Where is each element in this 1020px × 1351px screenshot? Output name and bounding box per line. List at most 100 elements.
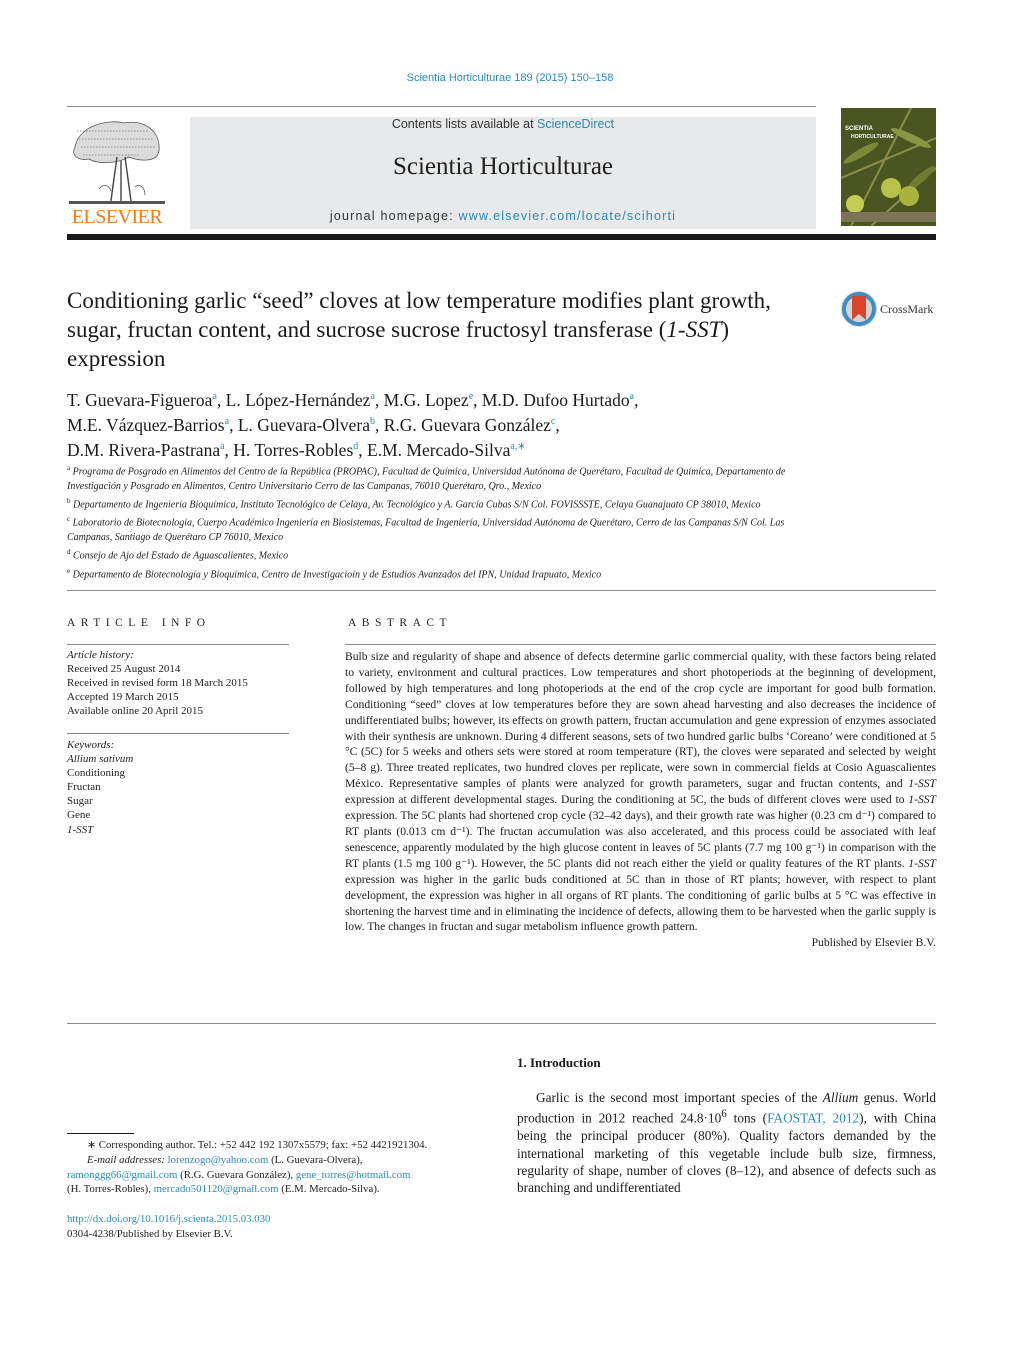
doi-block: http://dx.doi.org/10.1016/j.scienta.2015… [67, 1212, 270, 1242]
olive-branch-icon: SCIENTIA HORTICULTURAE [841, 108, 936, 226]
elsevier-tree-icon [69, 121, 165, 204]
corresponding-author-note: ∗ Corresponding author. Tel.: +52 442 19… [87, 1139, 428, 1151]
author-name[interactable]: M.D. Dufoo Hurtado [482, 390, 630, 410]
affiliation-list: a Programa de Posgrado en Alimentos del … [67, 461, 807, 582]
affiliation-key: c [67, 515, 71, 524]
history-item: Received in revised form 18 March 2015 [67, 677, 248, 690]
affiliation-marker[interactable]: a,∗ [510, 441, 525, 452]
cover-title-line2: HORTICULTURAE [851, 134, 894, 140]
author-name[interactable]: M.G. Lopez [384, 390, 469, 410]
keyword-list: Allium sativum Conditioning Fructan Sugar Ge… [67, 752, 289, 837]
author-name[interactable]: H. Torres-Robles [233, 439, 353, 459]
keywords-divider [67, 733, 289, 734]
affiliation-item: b Departamento de Ingeniería Bioquímica,… [67, 494, 807, 513]
email-owner: (R.G. Guevara González), [177, 1168, 296, 1181]
affiliation-key: b [67, 496, 71, 505]
abstract-text: Bulb size and regularity of shape and ab… [345, 649, 936, 935]
introduction-paragraph: Garlic is the second most important spec… [517, 1089, 936, 1197]
history-item: Accepted 19 March 2015 [67, 691, 179, 704]
author-separator: , [224, 439, 234, 460]
crossmark-button[interactable]: CrossMark [840, 290, 940, 330]
email-owner: (L. Guevara-Olvera), [268, 1153, 363, 1166]
author-name[interactable]: D.M. Rivera-Pastrana [67, 439, 220, 459]
keyword-item: Conditioning [67, 767, 126, 780]
affiliation-item: c Laboratorio de Biotecnología, Cuerpo A… [67, 512, 807, 545]
abstract-text-segment: expression at different developmental st… [345, 793, 909, 807]
journal-cover-image[interactable]: SCIENTIA HORTICULTURAE [841, 108, 936, 226]
author-separator: , [374, 414, 384, 435]
abstract-text-segment: expression was higher in the garlic buds… [345, 872, 936, 934]
faostat-citation-link[interactable]: FAOSTAT, 2012 [767, 1111, 859, 1126]
abstract-divider [345, 644, 936, 645]
journal-homepage-link[interactable]: www.elsevier.com/locate/scihorti [458, 209, 676, 223]
author-separator: , [229, 414, 238, 435]
author-name[interactable]: L. López-Hernández [226, 390, 371, 410]
article-title: Conditioning garlic “seed” cloves at low… [67, 286, 807, 373]
affiliation-text: Departamento de Biotecnología y Bioquími… [72, 568, 602, 580]
crossmark-icon [841, 291, 877, 327]
affiliation-key: e [67, 566, 71, 575]
contents-prefix: Contents lists available at [391, 117, 538, 131]
affiliation-item: d Consejo de Ajo del Estado de Aguascali… [67, 545, 807, 564]
abstract-gene-italic: 1-SST [908, 793, 936, 807]
author-separator: , [473, 389, 482, 410]
keyword-item: 1-SST [67, 823, 94, 836]
author-name[interactable]: L. Guevara-Olvera [238, 415, 370, 435]
keywords: Keywords: Allium sativum Conditioning Fruc… [67, 738, 289, 837]
intro-text-c: tons ( [726, 1110, 768, 1126]
author-separator: , [634, 389, 639, 410]
top-divider [67, 106, 816, 107]
keywords-label: Keywords: [67, 739, 115, 751]
author-separator: , [555, 414, 560, 435]
email-owner: (E.M. Mercado-Silva). [278, 1183, 380, 1196]
abstract-publisher-line: Published by Elsevier B.V. [811, 936, 936, 950]
email-link[interactable]: lorenzogo@yahoo.com [168, 1154, 269, 1166]
affiliation-item: a Programa de Posgrado en Alimentos del … [67, 461, 807, 494]
author-separator: , [216, 389, 226, 410]
author-separator: , [358, 439, 368, 460]
journal-reference-link[interactable]: Scientia Horticulturae 189 (2015) 150–15… [0, 72, 1020, 84]
author-name[interactable]: R.G. Guevara González [384, 415, 551, 435]
footnote-divider [67, 1133, 134, 1134]
affiliation-key: d [67, 548, 71, 556]
introduction-body: Garlic is the second most important spec… [517, 1089, 936, 1197]
affiliation-text: Consejo de Ajo del Estado de Aguascalien… [73, 550, 289, 562]
history-item: Available online 20 April 2015 [67, 705, 204, 718]
article-info-divider [67, 644, 289, 645]
abstract-gene-italic: 1-SST [908, 856, 936, 870]
introduction-heading: 1. Introduction [517, 1055, 601, 1070]
journal-title: Scientia Horticulturae [392, 153, 614, 180]
sciencedirect-link[interactable]: ScienceDirect [537, 117, 614, 131]
author-name[interactable]: T. Guevara-Figueroa [67, 390, 212, 410]
homepage-prefix: journal homepage: [329, 209, 459, 223]
email-owner: (H. Torres-Robles), [67, 1183, 154, 1196]
email-label: E-mail addresses: [87, 1153, 168, 1166]
footnotes: ∗ Corresponding author. Tel.: +52 442 19… [67, 1138, 477, 1197]
elsevier-wordmark: ELSEVIER [71, 206, 163, 228]
history-item: Received 25 August 2014 [67, 663, 181, 676]
abstract-text-segment: Bulb size and regularity of shape and ab… [345, 650, 936, 791]
email-link[interactable]: ramonggg66@gmail.com [67, 1169, 177, 1181]
intro-text-a: Garlic is the second most important spec… [536, 1090, 823, 1105]
author-separator: , [374, 389, 384, 410]
email-link[interactable]: gene_torres@hotmail.com [296, 1169, 411, 1181]
issn-line: 0304-4238/Published by Elsevier B.V. [67, 1227, 233, 1240]
abstract-body: Bulb size and regularity of shape and ab… [345, 649, 936, 951]
article-history: Article history: Received 25 August 2014… [67, 648, 289, 718]
crossmark-label: CrossMark [880, 302, 934, 316]
elsevier-logo[interactable]: ELSEVIER [67, 117, 167, 229]
author-name[interactable]: M.E. Vázquez-Barrios [67, 415, 225, 435]
keyword-item: Sugar [67, 795, 93, 808]
cover-title-line1: SCIENTIA [845, 126, 874, 132]
affiliation-item: e Departamento de Biotecnología y Bioquí… [67, 564, 807, 583]
doi-link[interactable]: http://dx.doi.org/10.1016/j.scienta.2015… [67, 1213, 270, 1225]
abstract-bottom-divider [67, 1023, 936, 1024]
article-info-heading: ARTICLE INFO [67, 617, 211, 629]
author-name[interactable]: E.M. Mercado-Silva [367, 439, 510, 459]
affiliation-key: a [67, 464, 71, 472]
affiliation-text: Departamento de Ingeniería Bioquímica, I… [73, 499, 761, 511]
affiliation-text: Programa de Posgrado en Alimentos del Ce… [67, 466, 786, 492]
abstract-text-segment: expression. The 5C plants had shortened … [345, 809, 936, 870]
email-link[interactable]: mercado501120@gmail.com [154, 1183, 279, 1195]
email-addresses: E-mail addresses: lorenzogo@yahoo.com (L… [67, 1153, 477, 1197]
